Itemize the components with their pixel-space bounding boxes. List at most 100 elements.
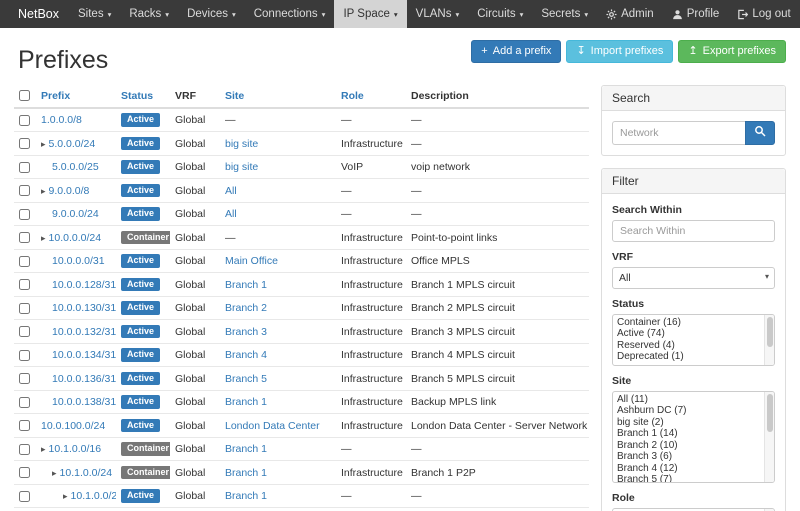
site-link[interactable]: Branch 3: [225, 326, 267, 338]
site-link[interactable]: All: [225, 185, 237, 197]
row-checkbox[interactable]: [19, 491, 30, 502]
column-sort-link[interactable]: Prefix: [41, 90, 70, 102]
listbox-option[interactable]: Branch 5 (7): [617, 474, 761, 483]
prefix-link[interactable]: 10.1.0.0/16: [49, 443, 102, 455]
row-checkbox[interactable]: [19, 256, 30, 267]
prefix-link[interactable]: 10.0.0.130/31: [52, 302, 116, 314]
status-listbox[interactable]: Container (16)Active (74)Reserved (4)Dep…: [612, 314, 775, 366]
nav-item-admin[interactable]: Admin: [597, 0, 663, 28]
nav-item-racks[interactable]: Racks▾: [120, 0, 178, 28]
prefix-link[interactable]: 10.0.0.0/24: [49, 232, 102, 244]
prefix-link[interactable]: 1.0.0.0/8: [41, 114, 82, 126]
site-scrollbar[interactable]: [764, 392, 774, 482]
prefix-link[interactable]: 9.0.0.0/8: [49, 185, 90, 197]
nav-item-logout[interactable]: Log out: [728, 0, 799, 28]
listbox-option[interactable]: Deprecated (1): [617, 351, 761, 363]
search-button[interactable]: [745, 121, 775, 145]
select-all-checkbox[interactable]: [19, 90, 30, 101]
column-sort-link[interactable]: Site: [225, 90, 244, 102]
nav-item-vlans[interactable]: VLANs▾: [407, 0, 469, 28]
row-checkbox[interactable]: [19, 397, 30, 408]
import-prefixes-button[interactable]: ↧ Import prefixes: [566, 40, 673, 63]
scrollbar-thumb[interactable]: [767, 394, 773, 432]
listbox-option[interactable]: All (11): [617, 394, 761, 406]
site-cell: All: [220, 179, 336, 203]
site-link[interactable]: Branch 4: [225, 349, 267, 361]
listbox-option[interactable]: Branch 1 (14): [617, 428, 761, 440]
prefix-link[interactable]: 10.0.0.136/31: [52, 373, 116, 385]
site-link[interactable]: All: [225, 208, 237, 220]
prefix-link[interactable]: 10.1.0.0/24: [60, 467, 113, 479]
site-listbox[interactable]: All (11)Ashburn DC (7)big site (2)Branch…: [612, 391, 775, 483]
site-link[interactable]: Branch 2: [225, 302, 267, 314]
site-cell: big site: [220, 155, 336, 179]
site-link[interactable]: big site: [225, 138, 258, 150]
site-link[interactable]: Branch 1: [225, 279, 267, 291]
prefix-link[interactable]: 5.0.0.0/25: [52, 161, 99, 173]
site-link[interactable]: big site: [225, 161, 258, 173]
add-prefix-button[interactable]: + Add a prefix: [471, 40, 561, 63]
export-prefixes-button[interactable]: ↥ Export prefixes: [678, 40, 786, 63]
row-checkbox[interactable]: [19, 209, 30, 220]
prefix-link[interactable]: 9.0.0.0/24: [52, 208, 99, 220]
listbox-option[interactable]: Branch 4 (12): [617, 463, 761, 475]
listbox-option[interactable]: big site (2): [617, 417, 761, 429]
site-link[interactable]: Branch 1: [225, 443, 267, 455]
listbox-option[interactable]: Branch 2 (10): [617, 440, 761, 452]
row-checkbox[interactable]: [19, 279, 30, 290]
nav-item-ip-space[interactable]: IP Space▾: [334, 0, 406, 28]
vrf-select[interactable]: All: [612, 267, 775, 289]
row-checkbox[interactable]: [19, 303, 30, 314]
description-cell: —: [406, 179, 589, 203]
row-checkbox[interactable]: [19, 115, 30, 126]
expand-icon: ▸: [63, 491, 68, 501]
site-link[interactable]: Main Office: [225, 255, 278, 267]
nav-item-devices[interactable]: Devices▾: [178, 0, 245, 28]
prefix-link[interactable]: 10.0.0.0/31: [52, 255, 105, 267]
filter-panel-body: Search Within VRF All ▾ Status Container…: [602, 194, 785, 511]
prefix-link[interactable]: 10.0.0.128/31: [52, 279, 116, 291]
description-cell: —: [406, 202, 589, 226]
row-checkbox[interactable]: [19, 373, 30, 384]
search-input[interactable]: [612, 121, 745, 145]
listbox-option[interactable]: Reserved (4): [617, 340, 761, 352]
status-scrollbar[interactable]: [764, 315, 774, 365]
row-checkbox[interactable]: [19, 138, 30, 149]
site-link[interactable]: Branch 5: [225, 373, 267, 385]
site-link[interactable]: Branch 1: [225, 490, 267, 502]
nav-item-secrets[interactable]: Secrets▾: [532, 0, 597, 28]
listbox-option[interactable]: Ashburn DC (7): [617, 405, 761, 417]
nav-item-circuits[interactable]: Circuits▾: [468, 0, 532, 28]
search-within-input[interactable]: [612, 220, 775, 242]
add-prefix-label: Add a prefix: [493, 45, 552, 58]
nav-item-connections[interactable]: Connections▾: [245, 0, 335, 28]
site-link[interactable]: Branch 1: [225, 467, 267, 479]
column-sort-link[interactable]: Status: [121, 90, 153, 102]
prefix-link[interactable]: 5.0.0.0/24: [49, 138, 96, 150]
prefix-link[interactable]: 10.0.0.132/31: [52, 326, 116, 338]
row-checkbox[interactable]: [19, 232, 30, 243]
description-cell: —: [406, 108, 589, 132]
nav-item-profile[interactable]: Profile: [663, 0, 729, 28]
scrollbar-thumb[interactable]: [767, 317, 773, 347]
nav-item-sites[interactable]: Sites▾: [69, 0, 120, 28]
site-link[interactable]: London Data Center: [225, 420, 320, 432]
row-checkbox[interactable]: [19, 467, 30, 478]
listbox-option[interactable]: Branch 3 (6): [617, 451, 761, 463]
row-checkbox[interactable]: [19, 420, 30, 431]
nav-item-label: Profile: [687, 8, 720, 20]
prefix-link[interactable]: 10.0.100.0/24: [41, 420, 105, 432]
prefix-link[interactable]: 10.0.0.138/31: [52, 396, 116, 408]
row-checkbox[interactable]: [19, 185, 30, 196]
column-sort-link[interactable]: Role: [341, 90, 364, 102]
prefix-link[interactable]: 10.1.0.0/25: [71, 490, 116, 502]
site-link[interactable]: Branch 1: [225, 396, 267, 408]
prefix-link[interactable]: 10.0.0.134/31: [52, 349, 116, 361]
row-checkbox[interactable]: [19, 162, 30, 173]
listbox-option[interactable]: Active (74): [617, 328, 761, 340]
row-checkbox[interactable]: [19, 444, 30, 455]
brand-logo[interactable]: NetBox: [8, 0, 69, 28]
listbox-option[interactable]: Container (16): [617, 317, 761, 329]
row-checkbox[interactable]: [19, 350, 30, 361]
row-checkbox[interactable]: [19, 326, 30, 337]
